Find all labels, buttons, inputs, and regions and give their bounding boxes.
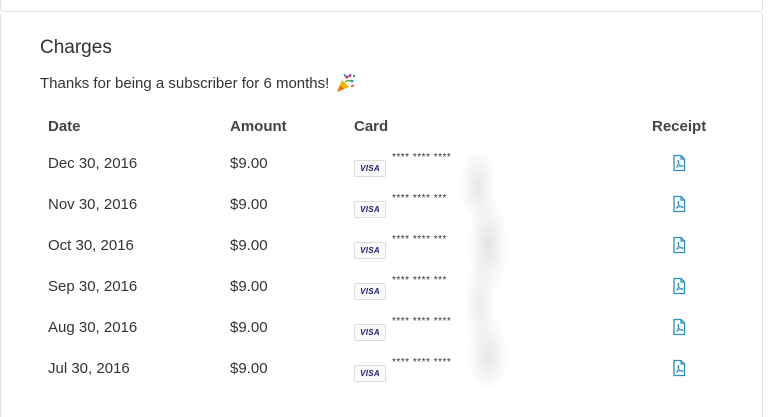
charge-date: Nov 30, 2016 [48, 196, 138, 213]
subscriber-message: Thanks for being a subscriber for 6 mont… [40, 73, 357, 93]
card-number-masked: **** **** *** [392, 234, 447, 245]
table-row: Jul 30, 2016 $9.00 VISA **** **** **** [0, 353, 763, 394]
column-header-card: Card [354, 118, 389, 135]
charge-date: Sep 30, 2016 [48, 278, 138, 295]
charge-amount: $9.00 [230, 360, 268, 377]
billing-page: Charges Thanks for being a subscriber fo… [0, 0, 772, 417]
receipt-download-link[interactable] [671, 195, 687, 213]
card-number-masked: **** **** *** [392, 193, 447, 204]
charge-date: Dec 30, 2016 [48, 155, 138, 172]
receipt-download-link[interactable] [671, 154, 687, 172]
pdf-file-icon [673, 277, 686, 295]
receipt-download-link[interactable] [671, 236, 687, 254]
charge-amount: $9.00 [230, 196, 268, 213]
receipt-download-link[interactable] [671, 359, 687, 377]
receipt-download-link[interactable] [671, 318, 687, 336]
column-header-date: Date [48, 118, 81, 135]
charges-title: Charges [40, 37, 112, 58]
column-header-receipt: Receipt [652, 118, 707, 135]
table-row: Dec 30, 2016 $9.00 VISA **** **** **** [0, 148, 763, 189]
table-row: Aug 30, 2016 $9.00 VISA **** **** **** [0, 312, 763, 353]
subscriber-message-text: Thanks for being a subscriber for 6 mont… [40, 74, 330, 92]
pdf-file-icon [673, 154, 686, 172]
charge-amount: $9.00 [230, 237, 268, 254]
charge-amount: $9.00 [230, 155, 268, 172]
party-popper-icon [337, 73, 356, 92]
charge-date: Oct 30, 2016 [48, 237, 134, 254]
visa-card-icon: VISA [354, 283, 386, 300]
charge-amount: $9.00 [230, 278, 268, 295]
charge-amount: $9.00 [230, 319, 268, 336]
card-number-masked: **** **** **** [392, 316, 452, 327]
charge-date: Aug 30, 2016 [48, 319, 138, 336]
pdf-file-icon [673, 318, 686, 336]
visa-card-icon: VISA [354, 242, 386, 259]
card-number-masked: **** **** **** [392, 152, 452, 163]
table-row: Nov 30, 2016 $9.00 VISA **** **** *** [0, 189, 763, 230]
receipt-download-link[interactable] [671, 277, 687, 295]
column-header-amount: Amount [230, 118, 287, 135]
pdf-file-icon [673, 195, 686, 213]
table-row: Oct 30, 2016 $9.00 VISA **** **** *** [0, 230, 763, 271]
visa-card-icon: VISA [354, 201, 386, 218]
visa-card-icon: VISA [354, 160, 386, 177]
table-row: Sep 30, 2016 $9.00 VISA **** **** *** [0, 271, 763, 312]
previous-panel [0, 0, 763, 12]
pdf-file-icon [673, 359, 686, 377]
visa-card-icon: VISA [354, 365, 386, 382]
card-number-masked: **** **** **** [392, 357, 452, 368]
pdf-file-icon [673, 236, 686, 254]
charge-date: Jul 30, 2016 [48, 360, 130, 377]
visa-card-icon: VISA [354, 324, 386, 341]
card-number-masked: **** **** *** [392, 275, 447, 286]
